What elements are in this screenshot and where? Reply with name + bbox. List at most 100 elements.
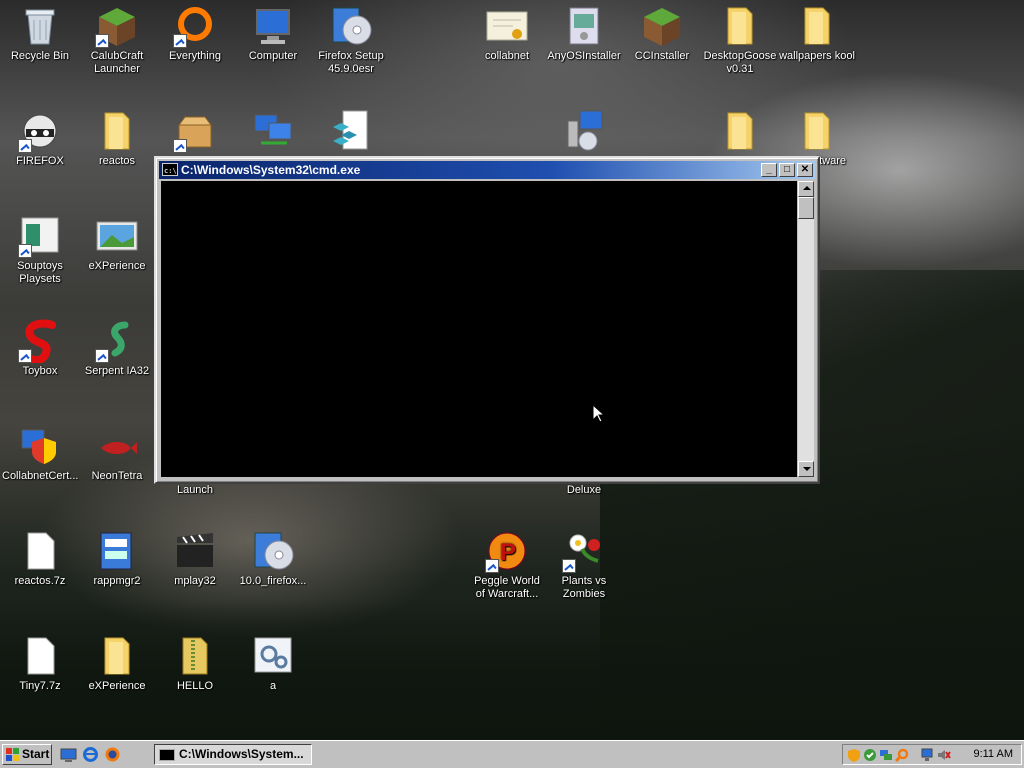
desktop-icon-firefox-setup[interactable]: Firefox Setup 45.9.0esr [311, 4, 391, 76]
desktop-icon-label: Peggle World of Warcraft... [474, 575, 540, 600]
internet-explorer-icon[interactable] [82, 746, 99, 763]
desktop-icon-recycle-bin[interactable]: Recycle Bin [0, 4, 80, 63]
desktop-icon-everything[interactable]: Everything [155, 4, 235, 63]
desktop-icon-neontetra[interactable]: NeonTetra [77, 424, 157, 483]
desktop-icon-hello[interactable]: HELLO [155, 634, 235, 693]
vertical-scrollbar[interactable] [798, 181, 814, 477]
registry-cubes-icon [329, 109, 373, 153]
maximize-button[interactable]: □ [779, 163, 795, 177]
start-button[interactable]: Start [2, 744, 52, 765]
desktop-icon-label: reactos.7z [14, 575, 66, 587]
desktop-icon-ccinstaller[interactable]: CCInstaller [622, 4, 702, 63]
toybox-s-icon [18, 319, 62, 363]
desktop-icon-calubcraft-launcher[interactable]: CalubCraft Launcher [77, 4, 157, 76]
desktop-icon-label: DesktopGoose v0.31 [703, 50, 777, 75]
desktop-icon-rappmgr2[interactable]: rappmgr2 [77, 529, 157, 588]
close-button[interactable]: ✕ [797, 163, 813, 177]
desktop-icon-reactos[interactable]: reactos [77, 109, 157, 168]
zip-folder-icon [173, 634, 217, 678]
desktop-icon-folder-a[interactable] [700, 109, 780, 155]
taskbar-item-label: C:\Windows\System... [179, 747, 304, 761]
desktop-icon-computer[interactable]: Computer [233, 4, 313, 63]
grass-block-icon [95, 4, 139, 48]
computer-cd-icon [562, 109, 606, 153]
desktop-icon-deluxe[interactable]: Deluxe [544, 484, 624, 497]
search-icon[interactable] [895, 748, 909, 762]
desktop-icon-experience-2[interactable]: eXPerience [77, 634, 157, 693]
folder-icon [795, 109, 839, 153]
folder-icon [718, 109, 762, 153]
scroll-thumb[interactable] [798, 197, 814, 219]
desktop-icon-firefox-installer[interactable]: 10.0_firefox... [233, 529, 313, 588]
desktop-icon-label: AnyOSInstaller [547, 50, 621, 62]
desktop-icon-label: Deluxe [566, 484, 602, 496]
desktop-icon-firefox[interactable]: FIREFOX [0, 109, 80, 168]
shortcut-arrow-icon [173, 139, 187, 153]
peggle-ball-icon: P [485, 529, 529, 573]
desktop-icon-label: CalubCraft Launcher [90, 50, 144, 75]
desktop-icon-anyosinstaller[interactable]: AnyOSInstaller [544, 4, 624, 63]
window-titlebar[interactable]: C:\Windows\System32\cmd.exe _ □ ✕ [159, 161, 815, 180]
desktop-icon-reactos-7z[interactable]: reactos.7z [0, 529, 80, 588]
desktop-icon-label: Firefox Setup 45.9.0esr [318, 50, 384, 75]
desktop-icon-network[interactable] [233, 109, 313, 155]
desktop-icon-label: rappmgr2 [93, 575, 141, 587]
blank-file-icon [18, 634, 62, 678]
desktop-icon-launch[interactable]: Launch [155, 484, 235, 497]
desktop-icon-serpent[interactable]: Serpent IA32 [77, 319, 157, 378]
firefox-icon[interactable] [104, 746, 121, 763]
desktop-icon-mplay32[interactable]: mplay32 [155, 529, 235, 588]
scroll-down-button[interactable] [798, 461, 814, 477]
desktop-icon-label: eXPerience [88, 680, 146, 692]
desktop-icon-plants-vs-zombies[interactable]: Plants vs Zombies [544, 529, 624, 601]
clock[interactable]: 9:11 AM [973, 745, 1013, 764]
desktop-icon-souptoys[interactable]: Souptoys Playsets [0, 214, 80, 286]
desktop-icon-label: Launch [176, 484, 214, 496]
desktop-icon-collabnet[interactable]: collabnet [467, 4, 547, 63]
minimize-button[interactable]: _ [761, 163, 777, 177]
desktop-icon-tiny7-7z[interactable]: Tiny7.7z [0, 634, 80, 693]
cmd-window[interactable]: C:\Windows\System32\cmd.exe _ □ ✕ [154, 156, 820, 484]
desktop-icon-label: collabnet [484, 50, 530, 62]
desktop-icon-setup[interactable] [544, 109, 624, 155]
mouse-pointer-icon [592, 404, 604, 423]
desktop-icon-desktopgoose[interactable]: DesktopGoose v0.31 [700, 4, 780, 76]
neontetra-fish-icon [95, 424, 139, 468]
shield-computer-icon [18, 424, 62, 468]
desktop-icon-label: reactos [98, 155, 136, 167]
taskbar-item-cmd[interactable]: C:\Windows\System... [154, 744, 312, 765]
shortcut-arrow-icon [485, 559, 499, 573]
package-box-icon [173, 109, 217, 153]
svg-text:P: P [500, 539, 516, 566]
display-icon[interactable] [921, 748, 935, 762]
security-check-icon[interactable] [863, 748, 877, 762]
installer-box-icon [562, 4, 606, 48]
desktop-icon-toybox[interactable]: Toybox [0, 319, 80, 378]
blank-file-icon [18, 529, 62, 573]
desktop-icon-peggle[interactable]: P Peggle World of Warcraft... [467, 529, 547, 601]
app-manager-icon [95, 529, 139, 573]
gears-window-icon [251, 634, 295, 678]
folder-icon [95, 634, 139, 678]
shortcut-arrow-icon [173, 34, 187, 48]
console-output-area[interactable] [161, 181, 797, 477]
installer-cd-icon [251, 529, 295, 573]
desktop-icon-a[interactable]: a [233, 634, 313, 693]
clapperboard-icon [173, 529, 217, 573]
desktop-icon-label: Plants vs Zombies [561, 575, 607, 600]
console-icon [159, 749, 175, 761]
volume-muted-icon[interactable] [937, 748, 951, 762]
desktop-icon-label: Souptoys Playsets [17, 260, 63, 285]
show-desktop-icon[interactable] [60, 746, 77, 763]
scroll-up-button[interactable] [798, 181, 814, 197]
desktop-icon-label: wallpapers kool [779, 50, 855, 62]
desktop-icon-wallpapers-kool[interactable]: wallpapers kool [777, 4, 857, 63]
desktop-icon-package[interactable] [155, 109, 235, 155]
desktop-icon-collabnetcert[interactable]: CollabnetCert... [0, 424, 80, 483]
shield-alert-icon[interactable] [847, 748, 861, 762]
network-icon[interactable] [879, 748, 893, 762]
desktop-icon-experience-1[interactable]: eXPerience [77, 214, 157, 273]
desktop-icon-registry[interactable] [311, 109, 391, 155]
desktop-icon-label: HELLO [176, 680, 214, 692]
desktop-icon-label: CollabnetCert... [2, 470, 79, 482]
